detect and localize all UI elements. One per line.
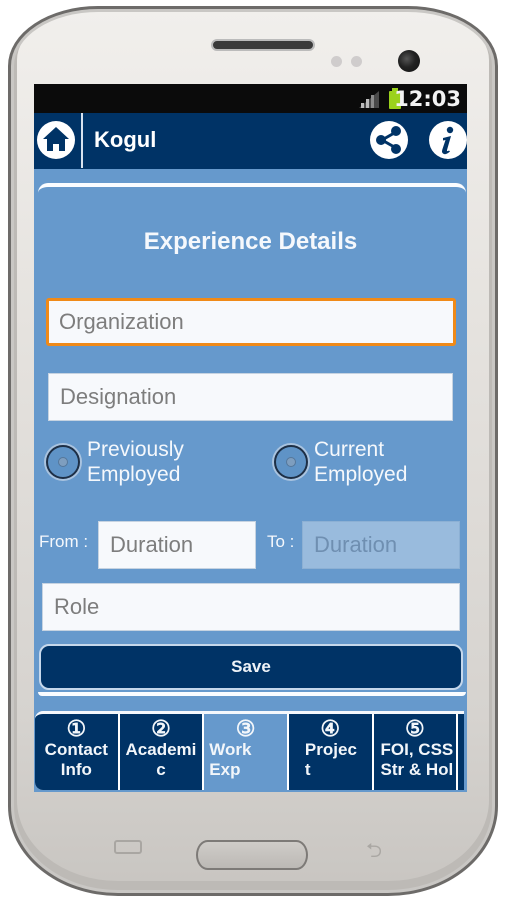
from-label: From : [39,532,89,551]
designation-field[interactable] [48,373,453,421]
form-card-bottom [38,692,466,696]
light-sensor [351,56,362,67]
from-duration-field[interactable] [98,521,256,569]
tab-label: Work Exp [209,740,252,779]
tab-foi-css[interactable]: ⑤ FOI, CSS Str & Hol [373,714,457,790]
previously-employed-radio[interactable] [46,445,80,479]
tab-strip: ① Contact Info ② Academi c ③ Work Exp ④ … [35,711,464,790]
status-bar: 12:03 [34,84,467,113]
tab-label: Academi c [125,740,197,779]
designation-input[interactable] [60,384,452,410]
bottom-tab-bar: ① Contact Info ② Academi c ③ Work Exp ④ … [34,710,467,791]
save-button[interactable]: Save [39,644,463,690]
radio-label-line: Previously [87,438,184,461]
from-duration-input[interactable] [110,532,255,558]
tab-number: ① [66,716,87,741]
tab-number: ⑤ [405,716,425,741]
status-time: 12:03 [394,87,461,111]
tab-number: ③ [235,716,256,741]
signal-icon [359,91,379,108]
tab-label: FOI, CSS Str & Hol [380,740,454,779]
app-bar: Kogul [34,113,467,169]
front-camera [398,50,420,72]
menu-key[interactable] [114,840,142,854]
tab-number: ④ [320,716,341,741]
section-title: Experience Details [143,228,358,255]
tab-work-exp[interactable]: ③ Work Exp [204,714,287,790]
app-title: Kogul [94,127,157,152]
back-key-icon[interactable]: ⮌ [366,841,382,861]
tab-project[interactable]: ④ Projec t [288,714,372,790]
radio-label-line: Current [314,438,385,461]
organization-field[interactable] [46,298,456,346]
radio-label-line: Employed [87,463,181,486]
screen: 12:03 Kogul Experience Details Organizat… [34,84,467,792]
current-employed-radio[interactable] [274,445,308,479]
tab-academic[interactable]: ② Academi c [119,714,203,790]
earpiece-speaker [211,39,315,51]
tab-label: Projec t [304,740,357,779]
role-input[interactable] [54,594,459,620]
to-duration-field[interactable] [302,521,460,569]
current-employed-label[interactable]: Current Employed [314,437,407,487]
info-icon[interactable] [427,119,467,161]
tab-contact-info[interactable]: ① Contact Info [35,714,118,790]
tab-overflow-edge[interactable] [458,714,464,790]
organization-input[interactable] [59,309,453,335]
app-bar-divider [81,113,83,168]
share-icon[interactable] [368,119,410,161]
home-key[interactable] [196,840,308,870]
to-duration-input[interactable] [314,532,459,558]
proximity-sensor [331,56,342,67]
tab-label: Contact Info [44,740,108,779]
home-icon[interactable] [35,119,77,161]
role-field[interactable] [42,583,460,631]
previously-employed-label[interactable]: Previously Employed [87,437,184,487]
radio-label-line: Employed [314,463,408,486]
tab-number: ② [151,716,171,741]
to-label: To : [267,532,295,551]
